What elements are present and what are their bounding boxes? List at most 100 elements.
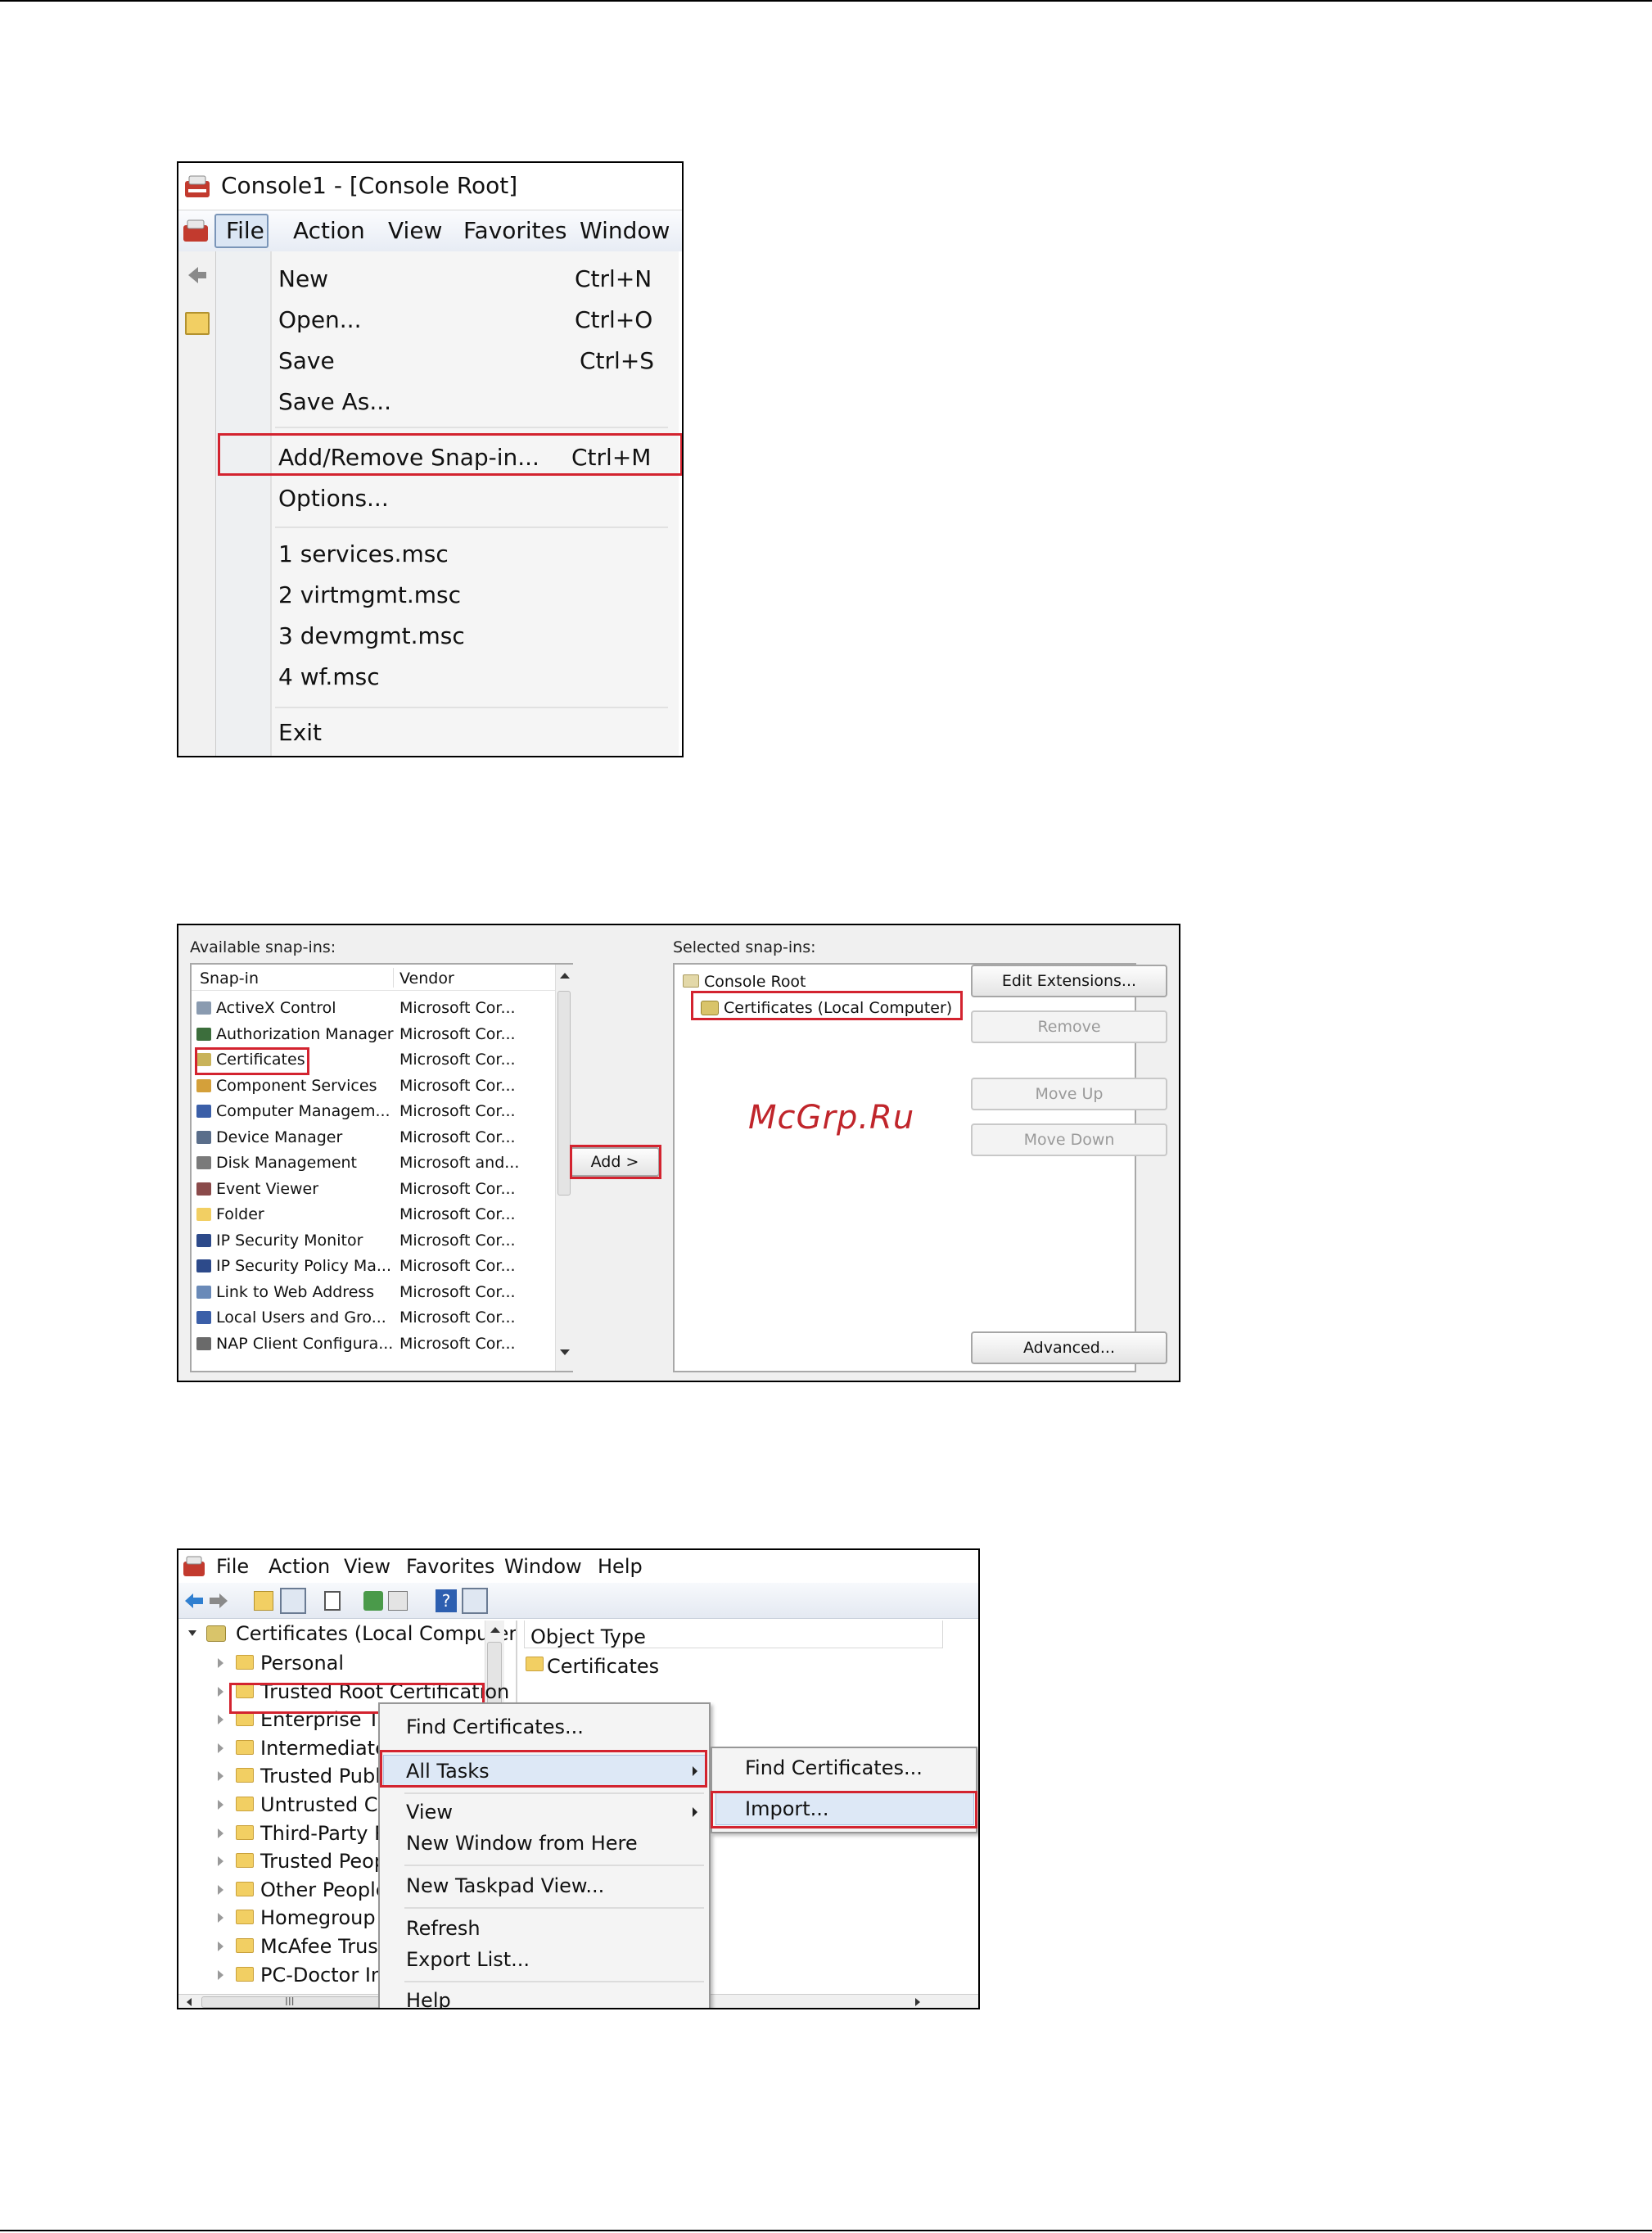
context-new-taskpad-view[interactable]: New Taskpad View... [406, 1876, 604, 1896]
menu-item-open[interactable]: Open... [278, 309, 362, 332]
snap-in-name[interactable]: IP Security Monitor [216, 1232, 363, 1249]
tree-item[interactable]: PC-Doctor In [260, 1965, 383, 1985]
submenu-find-certificates[interactable]: Find Certificates... [745, 1758, 923, 1778]
properties-icon[interactable] [324, 1591, 341, 1611]
up-folder-icon[interactable] [254, 1591, 273, 1611]
tree-item[interactable]: Untrusted Cer [260, 1795, 398, 1815]
snap-in-vendor[interactable]: Microsoft Cor... [399, 1259, 516, 1274]
snap-in-vendor[interactable]: Microsoft Cor... [399, 1336, 516, 1352]
move-down-button[interactable]: Move Down [971, 1123, 1167, 1156]
snap-in-name[interactable]: Device Manager [216, 1129, 342, 1146]
menu-item-recent-4[interactable]: 4 wf.msc [278, 666, 380, 689]
snap-in-vendor[interactable]: Microsoft and... [399, 1155, 519, 1171]
menu-file[interactable]: File [226, 219, 264, 242]
tree-item[interactable]: Intermediate [260, 1738, 387, 1758]
snap-in-vendor[interactable]: Microsoft Cor... [399, 1104, 516, 1119]
context-help[interactable]: Help [406, 1991, 451, 2008]
context-export-list[interactable]: Export List... [406, 1950, 530, 1969]
scroll-up-arrow-icon[interactable] [560, 973, 570, 979]
snap-in-name[interactable]: Link to Web Address [216, 1284, 374, 1300]
menu-favorites[interactable]: Favorites [463, 219, 566, 242]
tree-item[interactable]: Personal [260, 1653, 344, 1673]
selected-console-root[interactable]: Console Root [704, 974, 806, 990]
advanced-button[interactable]: Advanced... [971, 1331, 1167, 1364]
tree-collapse-arrow-icon[interactable] [218, 1743, 223, 1753]
menu-item-recent-3[interactable]: 3 devmgmt.msc [278, 625, 465, 648]
context-all-tasks[interactable]: All Tasks [406, 1761, 490, 1781]
menu-item-add-remove-snap-in[interactable]: Add/Remove Snap-in... [278, 446, 539, 469]
scroll-down-arrow-icon[interactable] [560, 1349, 570, 1355]
snap-in-name[interactable]: IP Security Policy Ma... [216, 1259, 391, 1274]
tree-collapse-arrow-icon[interactable] [218, 1800, 223, 1810]
snap-in-name[interactable]: NAP Client Configura... [216, 1336, 393, 1352]
snap-in-name[interactable]: Computer Managem... [216, 1104, 390, 1119]
snap-in-vendor[interactable]: Microsoft Cor... [399, 1181, 516, 1197]
available-snap-ins-list[interactable]: Snap-in Vendor ActiveX Control Microsoft … [190, 963, 573, 1372]
snap-in-name[interactable]: Disk Management [216, 1155, 357, 1171]
show-action-pane-icon[interactable] [462, 1588, 488, 1614]
tree-collapse-arrow-icon[interactable] [218, 1715, 223, 1725]
tree-collapse-arrow-icon[interactable] [218, 1969, 223, 1980]
menu-view[interactable]: View [344, 1557, 390, 1576]
menu-action[interactable]: Action [269, 1557, 330, 1576]
tree-collapse-arrow-icon[interactable] [218, 1771, 223, 1782]
context-refresh[interactable]: Refresh [406, 1919, 481, 1938]
export-list-icon[interactable] [388, 1591, 408, 1611]
snap-in-name[interactable]: Event Viewer [216, 1181, 318, 1197]
snap-in-name[interactable]: Component Services [216, 1078, 377, 1094]
forward-arrow-icon[interactable] [208, 1591, 229, 1611]
menu-action[interactable]: Action [293, 219, 365, 242]
show-hide-tree-icon[interactable] [280, 1588, 306, 1614]
menu-item-new[interactable]: New [278, 268, 328, 291]
tree-collapse-arrow-icon[interactable] [218, 1658, 223, 1668]
submenu-import[interactable]: Import... [745, 1799, 829, 1819]
snap-in-vendor[interactable]: Microsoft Cor... [399, 1310, 516, 1326]
tree-item[interactable]: McAfee Trust [260, 1937, 386, 1956]
edit-extensions-button[interactable]: Edit Extensions... [971, 965, 1167, 997]
add-button[interactable]: Add > [570, 1147, 660, 1177]
back-arrow-icon[interactable] [183, 1591, 205, 1611]
tree-collapse-arrow-icon[interactable] [218, 1686, 223, 1697]
column-header-snap-in[interactable]: Snap-in [200, 971, 259, 987]
tree-item[interactable]: Trusted Publis [260, 1766, 396, 1786]
scroll-right-arrow-icon[interactable] [915, 1998, 920, 2006]
tree-item[interactable]: Enterprise Tru [260, 1710, 397, 1729]
snap-in-vendor[interactable]: Microsoft Cor... [399, 1129, 516, 1146]
snap-in-vendor[interactable]: Microsoft Cor... [399, 1052, 516, 1068]
menu-view[interactable]: View [388, 219, 442, 242]
menu-file[interactable]: File [216, 1557, 249, 1576]
snap-in-vendor[interactable]: Microsoft Cor... [399, 1078, 516, 1094]
tree-collapse-arrow-icon[interactable] [218, 1941, 223, 1951]
selected-certificates-local-computer[interactable]: Certificates (Local Computer) [724, 1001, 952, 1016]
tree-item[interactable]: Trusted Peopl [260, 1851, 392, 1871]
context-new-window-from-here[interactable]: New Window from Here [406, 1833, 638, 1853]
menu-item-recent-1[interactable]: 1 services.msc [278, 543, 449, 566]
snap-in-vendor[interactable]: Microsoft Cor... [399, 1026, 516, 1042]
snap-in-vendor[interactable]: Microsoft Cor... [399, 1207, 516, 1223]
tree-collapse-arrow-icon[interactable] [218, 1828, 223, 1838]
menu-item-exit[interactable]: Exit [278, 721, 322, 744]
tree-expand-icon[interactable] [188, 1630, 196, 1636]
refresh-icon[interactable] [363, 1591, 383, 1611]
snap-in-vendor[interactable]: Microsoft Cor... [399, 1001, 516, 1016]
tree-collapse-arrow-icon[interactable] [218, 1856, 223, 1867]
scroll-up-arrow-icon[interactable] [490, 1627, 500, 1633]
snap-in-name[interactable]: Authorization Manager [216, 1026, 394, 1042]
menu-item-options[interactable]: Options... [278, 487, 389, 510]
menu-item-recent-2[interactable]: 2 virtmgmt.msc [278, 584, 461, 607]
snap-in-name[interactable]: Certificates [216, 1052, 305, 1068]
menu-item-save[interactable]: Save [278, 350, 335, 373]
remove-button[interactable]: Remove [971, 1010, 1167, 1043]
menu-favorites[interactable]: Favorites [406, 1557, 494, 1576]
context-view[interactable]: View [406, 1802, 453, 1822]
tree-item[interactable]: Trusted Root Certification [260, 1682, 509, 1702]
column-header-object-type[interactable]: Object Type [530, 1627, 646, 1647]
menu-help[interactable]: Help [598, 1557, 643, 1576]
context-find-certificates[interactable]: Find Certificates... [406, 1717, 584, 1737]
object-certificates[interactable]: Certificates [547, 1657, 659, 1676]
snap-in-name[interactable]: ActiveX Control [216, 1001, 336, 1016]
snap-in-vendor[interactable]: Microsoft Cor... [399, 1284, 516, 1300]
tree-collapse-arrow-icon[interactable] [218, 1913, 223, 1923]
column-header-vendor[interactable]: Vendor [399, 971, 454, 987]
tree-collapse-arrow-icon[interactable] [218, 1884, 223, 1895]
